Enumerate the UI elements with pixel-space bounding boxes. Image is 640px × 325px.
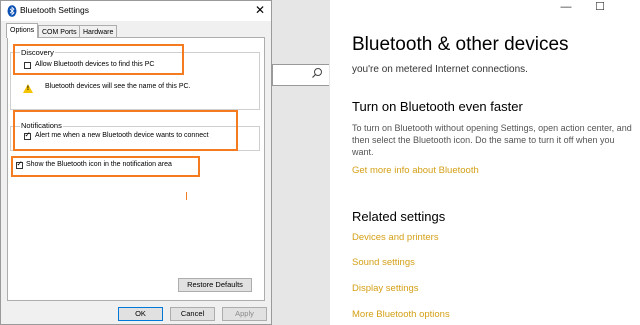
apply-button[interactable]: Apply — [222, 307, 267, 321]
display-settings-link[interactable]: Display settings — [352, 283, 419, 294]
discovery-note: Bluetooth devices will see the name of t… — [45, 83, 191, 90]
metered-text: you're on metered Internet connections. — [352, 64, 528, 75]
ok-button[interactable]: OK — [118, 307, 163, 321]
dialog-titlebar[interactable]: Bluetooth Settings ✕ — [1, 1, 271, 21]
more-bluetooth-options-link[interactable]: More Bluetooth options — [352, 309, 450, 320]
tab-options[interactable]: Options — [6, 23, 39, 38]
settings-page: — ☐ Bluetooth & other devices you're on … — [330, 0, 640, 325]
devices-and-printers-link[interactable]: Devices and printers — [352, 232, 439, 243]
notifications-highlight — [13, 110, 238, 151]
bluetooth-settings-dialog: Bluetooth Settings ✕ Options COM Ports H… — [0, 0, 272, 325]
sound-settings-link[interactable]: Sound settings — [352, 257, 415, 268]
minimize-button[interactable]: — — [554, 0, 578, 14]
more-info-link[interactable]: Get more info about Bluetooth — [352, 165, 479, 176]
discovery-highlight — [13, 44, 184, 75]
search-icon — [312, 68, 322, 78]
faster-description: To turn on Bluetooth without opening Set… — [352, 123, 632, 157]
close-icon[interactable]: ✕ — [255, 3, 265, 17]
faster-heading: Turn on Bluetooth even faster — [352, 99, 523, 114]
maximize-button[interactable]: ☐ — [588, 0, 612, 14]
warning-icon — [23, 84, 33, 93]
bluetooth-icon — [7, 5, 17, 17]
restore-defaults-button[interactable]: Restore Defaults — [178, 278, 252, 292]
cancel-button[interactable]: Cancel — [170, 307, 215, 321]
dialog-title: Bluetooth Settings — [20, 5, 89, 15]
text-caret — [186, 192, 187, 200]
show-icon-highlight — [11, 156, 200, 177]
related-settings-heading: Related settings — [352, 209, 446, 224]
page-title: Bluetooth & other devices — [352, 34, 569, 55]
